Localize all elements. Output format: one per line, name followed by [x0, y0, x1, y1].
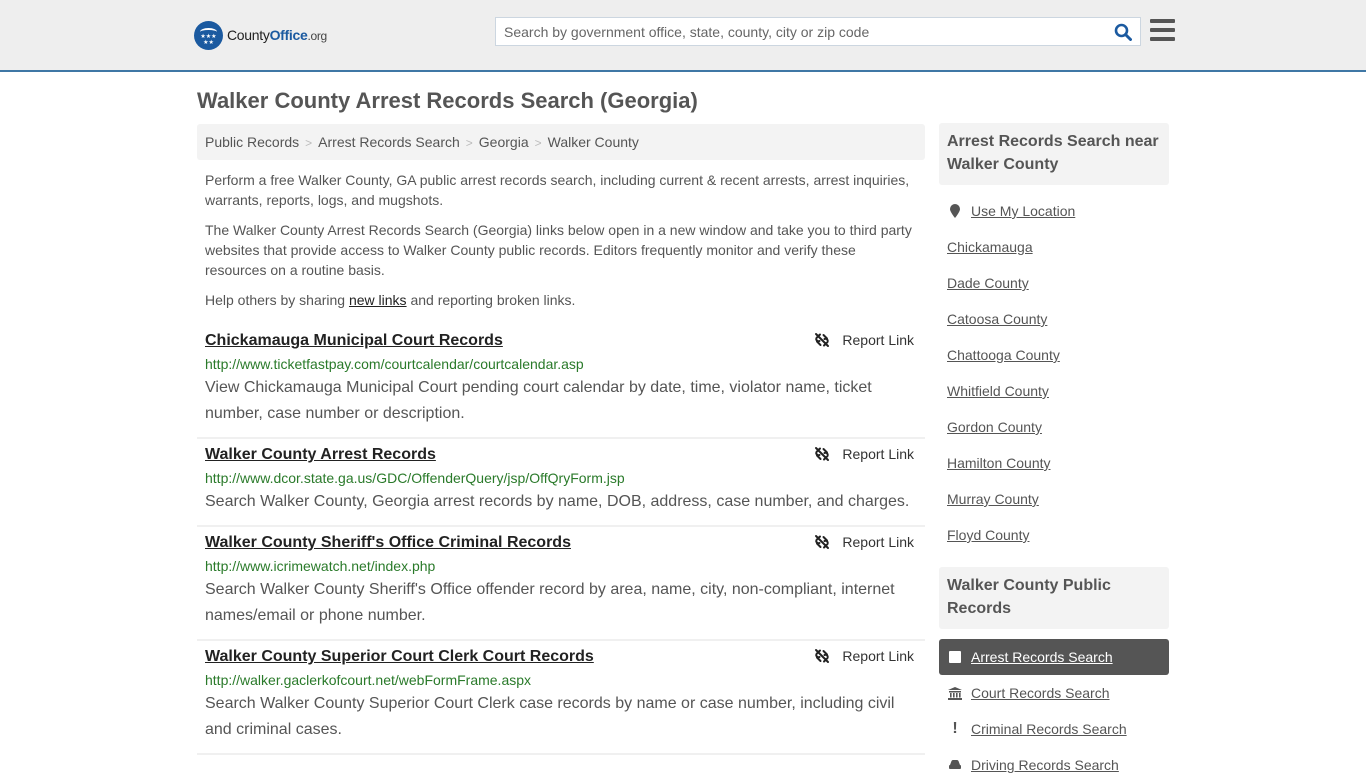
nearby-item-chattooga-county[interactable]: Chattooga County [939, 337, 1169, 373]
report-link-button[interactable]: Report Link [814, 534, 914, 550]
result-url: http://www.ticketfastpay.com/courtcalend… [205, 356, 584, 372]
broken-link-icon [815, 535, 830, 549]
result-url: http://www.dcor.state.ga.us/GDC/Offender… [205, 470, 625, 486]
logo-text: CountyOffice.org [227, 27, 327, 43]
breadcrumb: Public Records > Arrest Records Search > Geo… [197, 124, 925, 160]
intro-text: Perform a free Walker County, GA public … [205, 170, 920, 320]
result-title-link[interactable]: Chickamauga Municipal Court Records [205, 331, 503, 351]
result-title-link[interactable]: Walker County Superior Court Clerk Court… [205, 647, 594, 667]
public-record-driving-records[interactable]: Driving Records Search [939, 747, 1169, 783]
nearby-item-hamilton-county[interactable]: Hamilton County [939, 445, 1169, 481]
result-url: http://www.icrimewatch.net/index.php [205, 558, 436, 574]
public-record-link[interactable]: Arrest Records Search [971, 649, 1113, 665]
nearby-item-whitfield-county[interactable]: Whitfield County [939, 373, 1169, 409]
nearby-item-dade-county[interactable]: Dade County [939, 265, 1169, 301]
result-description: View Chickamauga Municipal Court pending… [205, 379, 872, 422]
intro-paragraph-3: Help others by sharing new links and rep… [205, 292, 576, 308]
nearby-link[interactable]: Murray County [947, 491, 1039, 507]
public-record-arrest-records[interactable]: Arrest Records Search [939, 639, 1169, 675]
result-item: Walker County Arrest Records Report Link… [197, 439, 925, 527]
nearby-link[interactable]: Whitfield County [947, 383, 1049, 399]
nearby-item-murray-county[interactable]: Murray County [939, 481, 1169, 517]
map-marker-icon [947, 204, 963, 218]
nearby-link[interactable]: Dade County [947, 275, 1029, 291]
result-title-link[interactable]: Walker County Arrest Records [205, 445, 436, 465]
page-title: Walker County Arrest Records Search (Geo… [197, 88, 698, 113]
breadcrumb-public-records[interactable]: Public Records [205, 134, 299, 150]
results-list: Chickamauga Municipal Court Records Repo… [197, 325, 925, 755]
public-record-link[interactable]: Driving Records Search [971, 757, 1119, 773]
result-url: http://walker.gaclerkofcourt.net/webForm… [205, 672, 532, 688]
nearby-item-catoosa-county[interactable]: Catoosa County [939, 301, 1169, 337]
report-link-button[interactable]: Report Link [814, 332, 914, 348]
result-item: Chickamauga Municipal Court Records Repo… [197, 325, 925, 439]
square-icon [947, 651, 963, 663]
public-record-link[interactable]: Criminal Records Search [971, 721, 1127, 737]
breadcrumb-separator: > [534, 136, 542, 150]
nearby-link[interactable]: Chickamauga [947, 239, 1033, 255]
courthouse-icon [947, 686, 963, 700]
public-record-link[interactable]: Court Records Search [971, 685, 1110, 701]
result-item: Walker County Superior Court Clerk Court… [197, 641, 925, 755]
public-record-court-records[interactable]: Court Records Search [939, 675, 1169, 711]
public-records-heading: Walker County Public Records [939, 567, 1169, 629]
site-header: ★★★ ★★ CountyOffice.org [0, 0, 1366, 72]
intro-paragraph-1: Perform a free Walker County, GA public … [205, 172, 910, 208]
result-description: Search Walker County, Georgia arrest rec… [205, 493, 910, 510]
new-links-link[interactable]: new links [349, 292, 407, 308]
nearby-link[interactable]: Chattooga County [947, 347, 1060, 363]
use-my-location-item[interactable]: Use My Location [939, 193, 1169, 229]
public-record-criminal-records[interactable]: ! Criminal Records Search [939, 711, 1169, 747]
intro-paragraph-2: The Walker County Arrest Records Search … [205, 222, 912, 278]
nearby-item-gordon-county[interactable]: Gordon County [939, 409, 1169, 445]
nearby-list: Use My Location Chickamauga Dade County … [939, 185, 1169, 567]
hamburger-menu-icon[interactable] [1150, 19, 1175, 41]
breadcrumb-separator: > [465, 136, 473, 150]
public-records-list: Arrest Records Search Court Records Sear… [939, 629, 1169, 783]
broken-link-icon [815, 649, 830, 663]
nearby-link[interactable]: Hamilton County [947, 455, 1051, 471]
use-my-location-link[interactable]: Use My Location [971, 203, 1075, 219]
car-icon [947, 759, 963, 771]
breadcrumb-georgia[interactable]: Georgia [479, 134, 529, 150]
nearby-link[interactable]: Floyd County [947, 527, 1029, 543]
nearby-item-floyd-county[interactable]: Floyd County [939, 517, 1169, 553]
result-title-link[interactable]: Walker County Sheriff's Office Criminal … [205, 533, 571, 553]
nearby-item-chickamauga[interactable]: Chickamauga [939, 229, 1169, 265]
search-input[interactable] [496, 18, 1096, 45]
nearby-link[interactable]: Gordon County [947, 419, 1042, 435]
broken-link-icon [815, 447, 830, 461]
nearby-link[interactable]: Catoosa County [947, 311, 1047, 327]
site-logo[interactable]: ★★★ ★★ CountyOffice.org [194, 20, 327, 50]
eagle-logo-icon: ★★★ ★★ [194, 20, 223, 50]
report-link-button[interactable]: Report Link [814, 446, 914, 462]
breadcrumb-current: Walker County [547, 134, 639, 150]
result-description: Search Walker County Sheriff's Office of… [205, 581, 895, 624]
result-item: Walker County Sheriff's Office Criminal … [197, 527, 925, 641]
report-link-button[interactable]: Report Link [814, 648, 914, 664]
nearby-heading: Arrest Records Search near Walker County [939, 123, 1169, 185]
sidebar: Arrest Records Search near Walker County… [939, 123, 1169, 783]
result-description: Search Walker County Superior Court Cler… [205, 695, 895, 738]
breadcrumb-separator: > [305, 136, 313, 150]
exclamation-icon: ! [952, 720, 958, 737]
search-icon[interactable] [1114, 23, 1132, 41]
search-bar [495, 17, 1141, 46]
broken-link-icon [815, 333, 830, 347]
breadcrumb-arrest-records-search[interactable]: Arrest Records Search [318, 134, 460, 150]
